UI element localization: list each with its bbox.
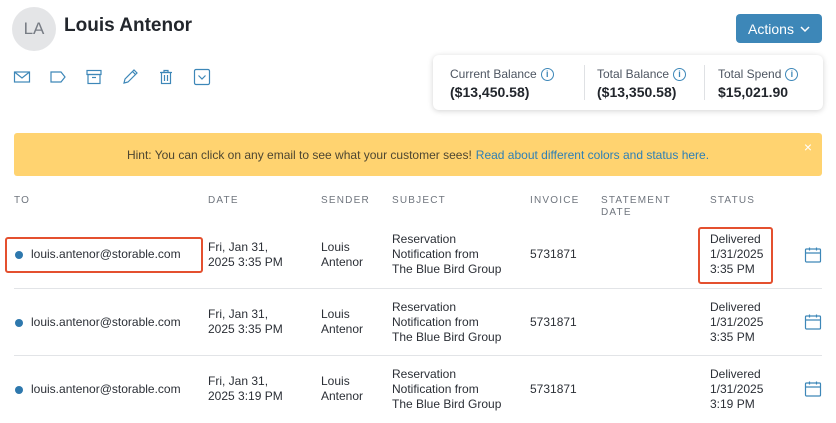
- recipient-email: louis.antenor@storable.com: [31, 247, 181, 261]
- balance-summary-card: Current Balance i ($13,450.58) Total Bala…: [433, 55, 823, 110]
- recipient-email: louis.antenor@storable.com: [31, 382, 181, 396]
- recipient-email: louis.antenor@storable.com: [31, 315, 181, 329]
- status-line: 1/31/2025: [710, 315, 764, 329]
- subject-line: The Blue Bird Group: [392, 330, 502, 344]
- date-line: Fri, Jan 31,: [208, 240, 269, 254]
- status-line: 1/31/2025: [710, 247, 764, 261]
- subject-line: The Blue Bird Group: [392, 262, 502, 276]
- email-recipient[interactable]: louis.antenor@storable.com: [15, 247, 181, 262]
- sender-line: Louis: [321, 240, 350, 254]
- archive-icon[interactable]: [84, 67, 104, 87]
- info-icon[interactable]: i: [785, 67, 799, 81]
- status-line: 3:35 PM: [710, 262, 755, 276]
- total-balance: Total Balance i ($13,350.58): [597, 67, 687, 100]
- table-row[interactable]: louis.antenor@storable.com Fri, Jan 31, …: [0, 222, 836, 289]
- invoice-cell: 5731871: [530, 315, 577, 329]
- divider: [584, 65, 585, 100]
- total-spend-label: Total Spend: [718, 67, 782, 81]
- status-cell: Delivered 1/31/2025 3:35 PM: [710, 300, 763, 345]
- date-line: Fri, Jan 31,: [208, 307, 269, 321]
- info-icon[interactable]: i: [673, 67, 687, 81]
- header-statement-line2: DATE: [601, 207, 632, 218]
- date-line: Fri, Jan 31,: [208, 374, 269, 388]
- header-invoice: INVOICE: [530, 195, 580, 206]
- sender-line: Louis: [321, 374, 350, 388]
- sender-line: Antenor: [321, 389, 364, 403]
- dropdown-checkbox-icon[interactable]: [192, 67, 212, 87]
- status-cell: Delivered 1/31/2025 3:19 PM: [710, 367, 763, 412]
- actions-button[interactable]: Actions: [736, 14, 822, 43]
- current-balance: Current Balance i ($13,450.58): [450, 67, 554, 100]
- tag-icon[interactable]: [48, 67, 68, 87]
- edit-pencil-icon[interactable]: [120, 67, 140, 87]
- header-date: DATE: [208, 195, 239, 206]
- hint-banner: Hint: You can click on any email to see …: [14, 133, 822, 176]
- hint-link[interactable]: Read about different colors and status h…: [476, 148, 709, 162]
- email-recipient[interactable]: louis.antenor@storable.com: [15, 382, 181, 397]
- table-row[interactable]: louis.antenor@storable.com Fri, Jan 31, …: [0, 356, 836, 423]
- date-line: 2025 3:35 PM: [208, 255, 283, 269]
- status-cell: Delivered 1/31/2025 3:35 PM: [710, 232, 763, 277]
- mail-icon[interactable]: [12, 67, 32, 87]
- current-balance-label: Current Balance: [450, 67, 537, 81]
- subject-line: The Blue Bird Group: [392, 397, 502, 411]
- subject-line: Notification from: [392, 382, 479, 396]
- subject-cell: Reservation Notification from The Blue B…: [392, 300, 501, 345]
- calendar-icon[interactable]: [804, 246, 822, 264]
- header-sender: SENDER: [321, 195, 370, 206]
- total-balance-label: Total Balance: [597, 67, 670, 81]
- header-statement-line1: STATEMENT: [601, 195, 671, 206]
- subject-cell: Reservation Notification from The Blue B…: [392, 232, 501, 277]
- subject-line: Reservation: [392, 367, 457, 381]
- header-statement-date: STATEMENT DATE: [601, 195, 671, 219]
- avatar: LA: [12, 7, 56, 51]
- calendar-icon[interactable]: [804, 313, 822, 331]
- header-subject: SUBJECT: [392, 195, 446, 206]
- sender-cell: Louis Antenor: [321, 240, 363, 270]
- total-spend-value: $15,021.90: [718, 84, 789, 100]
- status-line: Delivered: [710, 367, 761, 381]
- date-cell: Fri, Jan 31, 2025 3:35 PM: [208, 240, 283, 270]
- customer-name: Louis Antenor: [64, 15, 193, 36]
- actions-label: Actions: [748, 20, 794, 37]
- header-status: STATUS: [710, 195, 756, 206]
- subject-line: Reservation: [392, 300, 457, 314]
- status-dot: [15, 385, 23, 394]
- invoice-cell: 5731871: [530, 247, 577, 261]
- status-line: 3:19 PM: [710, 397, 755, 411]
- invoice-cell: 5731871: [530, 382, 577, 396]
- email-recipient[interactable]: louis.antenor@storable.com: [15, 315, 181, 330]
- hint-text: Hint: You can click on any email to see …: [126, 147, 472, 162]
- chevron-down-icon: [800, 25, 810, 32]
- table-row[interactable]: louis.antenor@storable.com Fri, Jan 31, …: [0, 289, 836, 356]
- status-line: Delivered: [710, 232, 761, 246]
- subject-line: Notification from: [392, 247, 479, 261]
- status-line: Delivered: [710, 300, 761, 314]
- sender-line: Louis: [321, 307, 350, 321]
- close-icon[interactable]: ×: [804, 139, 812, 155]
- current-balance-value: ($13,450.58): [450, 84, 530, 100]
- status-dot: [15, 250, 23, 259]
- date-line: 2025 3:19 PM: [208, 389, 283, 403]
- date-cell: Fri, Jan 31, 2025 3:19 PM: [208, 374, 283, 404]
- status-line: 1/31/2025: [710, 382, 764, 396]
- sender-cell: Louis Antenor: [321, 307, 363, 337]
- total-spend: Total Spend i $15,021.90: [718, 67, 799, 100]
- header-to: TO: [14, 195, 31, 206]
- info-icon[interactable]: i: [540, 67, 554, 81]
- status-line: 3:35 PM: [710, 330, 755, 344]
- subject-cell: Reservation Notification from The Blue B…: [392, 367, 501, 412]
- trash-icon[interactable]: [156, 67, 176, 87]
- subject-line: Notification from: [392, 315, 479, 329]
- status-dot: [15, 318, 23, 327]
- sender-cell: Louis Antenor: [321, 374, 363, 404]
- date-line: 2025 3:35 PM: [208, 322, 283, 336]
- sender-line: Antenor: [321, 255, 364, 269]
- subject-line: Reservation: [392, 232, 457, 246]
- divider: [704, 65, 705, 100]
- date-cell: Fri, Jan 31, 2025 3:35 PM: [208, 307, 283, 337]
- total-balance-value: ($13,350.58): [597, 84, 677, 100]
- calendar-icon[interactable]: [804, 380, 822, 398]
- sender-line: Antenor: [321, 322, 364, 336]
